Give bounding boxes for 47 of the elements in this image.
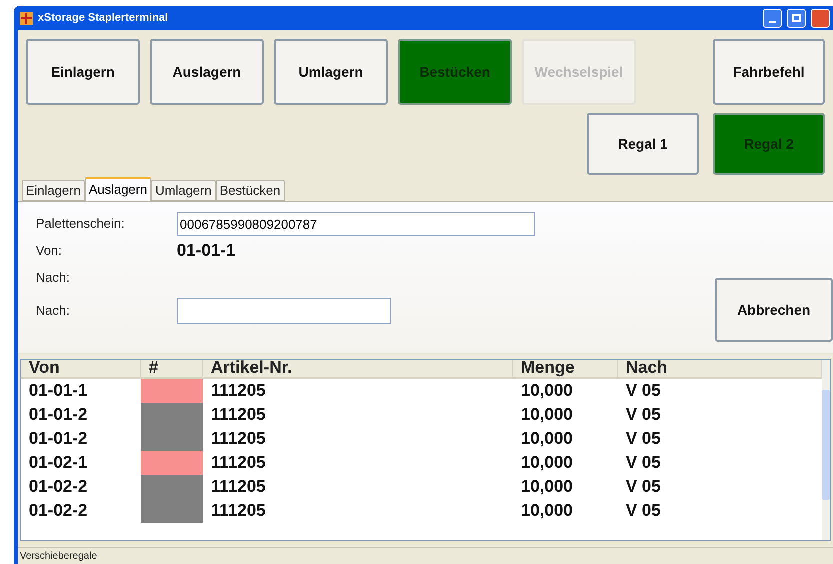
field-label: Nach: <box>36 302 71 320</box>
window-title: xStorage Staplerterminal <box>38 10 168 26</box>
table-cell-text: 10,000 <box>521 476 574 498</box>
table-cell-text: V 05 <box>626 476 661 498</box>
table-cell-text: 10,000 <box>521 428 574 450</box>
column-header[interactable]: Von <box>29 360 60 377</box>
status-text: Verschieberegale <box>20 550 98 564</box>
tab[interactable]: Bestücken <box>216 180 285 201</box>
field-label: Palettenschein: <box>36 215 126 234</box>
table-cell-text: V 05 <box>626 452 661 474</box>
table-cell-text: 111205 <box>211 380 267 402</box>
column-header[interactable]: Artikel-Nr. <box>211 360 292 377</box>
table-cell-text: 01-01-2 <box>29 404 89 426</box>
column-header[interactable]: Menge <box>521 360 575 377</box>
column-header[interactable]: # <box>149 360 158 377</box>
toolbar-button[interactable]: Regal 1 <box>587 113 699 175</box>
table-cell-text: V 05 <box>626 404 661 426</box>
table-cell-text: 01-02-1 <box>29 452 89 474</box>
table-cell-text: 111205 <box>211 452 267 474</box>
table-cell-text: V 05 <box>626 500 661 522</box>
field-label: Nach: <box>36 269 70 287</box>
field-label: Von: <box>36 242 64 260</box>
table-cell-text: 111205 <box>211 428 267 450</box>
tab[interactable]: Einlagern <box>22 180 85 201</box>
cancel-button[interactable]: Abbrechen <box>715 278 833 342</box>
table-cell-text: 111205 <box>211 476 267 498</box>
table-cell-text: 10,000 <box>521 452 574 474</box>
toolbar-button[interactable]: Umlagern <box>274 39 388 105</box>
input-field[interactable]: 0006785990809200787 <box>177 212 535 236</box>
table-cell-text: V 05 <box>626 380 661 402</box>
table-cell-text: 111205 <box>211 404 267 426</box>
table-cell-text: 10,000 <box>521 404 574 426</box>
table-cell-text: V 05 <box>626 428 661 450</box>
column-header[interactable]: Nach <box>626 360 668 377</box>
toolbar-button[interactable]: Einlagern <box>26 39 140 105</box>
table-cell-text: 10,000 <box>521 500 574 522</box>
table-cell-text: 01-01-2 <box>29 428 89 450</box>
tab[interactable]: Auslagern <box>84 177 152 201</box>
table-cell-text: 01-01-1 <box>29 380 89 402</box>
table-cell-text: 10,000 <box>521 380 574 402</box>
field-value: 01-01-1 <box>177 240 236 262</box>
table-cell-text: 01-02-2 <box>29 476 89 498</box>
table-cell-text: 111205 <box>211 500 267 522</box>
toolbar-button[interactable]: Fahrbefehl <box>713 39 825 105</box>
table-cell-text: 01-02-2 <box>29 500 89 522</box>
tab[interactable]: Umlagern <box>151 180 216 201</box>
toolbar-button[interactable]: Auslagern <box>150 39 264 105</box>
